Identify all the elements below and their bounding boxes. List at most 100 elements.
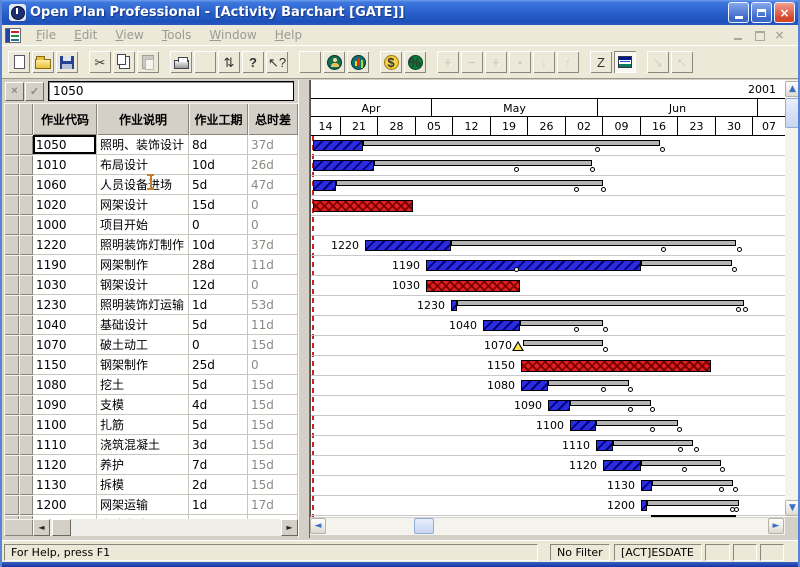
gantt-bar-early[interactable] [426, 260, 641, 271]
cell-desc[interactable]: 钢架设计 [97, 275, 189, 295]
cell-float[interactable]: 26d [248, 155, 298, 175]
cell-float[interactable]: 15d [248, 475, 298, 495]
gantt-bar-late[interactable] [570, 400, 651, 406]
chart-scroll-thumb[interactable] [414, 518, 434, 534]
help-button[interactable]: ? [241, 50, 265, 74]
gantt-bar-early[interactable] [313, 180, 336, 191]
scroll-left-icon[interactable]: ◄ [33, 519, 50, 536]
cell-code[interactable]: 1130 [33, 475, 97, 495]
cell-desc[interactable]: 养护 [97, 455, 189, 475]
scroll-down-icon[interactable]: ▼ [785, 500, 800, 516]
close-button[interactable]: × [774, 2, 795, 23]
gantt-bar-early[interactable] [596, 440, 613, 451]
cell-dur[interactable]: 5d [189, 415, 248, 435]
cell-desc[interactable]: 布局设计 [97, 155, 189, 175]
print-button[interactable] [169, 50, 193, 74]
cell-desc[interactable]: 挖土 [97, 375, 189, 395]
gantt-bar-late[interactable] [374, 160, 592, 166]
cell-code[interactable]: 1200 [33, 495, 97, 515]
scroll-up-icon[interactable]: ▲ [785, 81, 800, 97]
gantt-bar-late[interactable] [596, 420, 678, 426]
resource-button[interactable] [322, 50, 346, 74]
menu-item-edit[interactable]: Edit [65, 26, 106, 44]
row-header-cell[interactable] [19, 175, 33, 195]
row-header-cell[interactable] [19, 195, 33, 215]
gantt-bar-early[interactable] [570, 420, 596, 431]
scroll-right-icon[interactable]: ► [281, 519, 298, 536]
cancel-edit-button[interactable]: × [5, 82, 24, 101]
cell-float[interactable]: 47d [248, 175, 298, 195]
gantt-bar-late[interactable] [641, 460, 721, 466]
cell-desc[interactable]: 浇筑混凝土 [97, 435, 189, 455]
gantt-bar-early[interactable] [641, 500, 647, 511]
gantt-bar-early[interactable] [548, 400, 570, 411]
cell-float[interactable]: 0 [248, 275, 298, 295]
minimize-button[interactable] [728, 2, 749, 23]
sort-button[interactable]: ⇅ [217, 50, 241, 74]
row-header-cell[interactable] [19, 495, 33, 515]
cell-dur[interactable]: 12d [189, 275, 248, 295]
gantt-bar-critical[interactable] [426, 280, 520, 292]
row-header-cell[interactable] [4, 315, 19, 335]
row-header-cell[interactable] [19, 235, 33, 255]
row-header-cell[interactable] [19, 455, 33, 475]
cell-desc[interactable]: 扎筋 [97, 415, 189, 435]
cell-desc[interactable]: 网架运输 [97, 495, 189, 515]
network-view-button[interactable]: Z [589, 50, 613, 74]
cell-code[interactable]: 1070 [33, 335, 97, 355]
cell-desc[interactable]: 基础设计 [97, 315, 189, 335]
child-restore-icon[interactable] [753, 30, 766, 41]
column-header[interactable]: 总时差 [248, 103, 298, 135]
menu-item-help[interactable]: Help [266, 26, 311, 44]
cell-dur[interactable]: 5d [189, 375, 248, 395]
cell-dur[interactable]: 8d [189, 135, 248, 155]
row-header-cell[interactable] [19, 335, 33, 355]
cell-desc[interactable]: 网架制作 [97, 255, 189, 275]
cell-float[interactable]: 0 [248, 355, 298, 375]
row-header-cell[interactable] [4, 255, 19, 275]
row-header-cell[interactable] [19, 255, 33, 275]
child-minimize-icon[interactable] [733, 30, 746, 41]
menu-item-tools[interactable]: Tools [153, 26, 201, 44]
cell-float[interactable]: 15d [248, 415, 298, 435]
new-file-button[interactable] [7, 50, 31, 74]
cell-code[interactable]: 1190 [33, 255, 97, 275]
column-header[interactable]: 作业代码 [33, 103, 97, 135]
cell-desc[interactable]: 网架设计 [97, 195, 189, 215]
menu-item-file[interactable]: File [27, 26, 65, 44]
cell-dur[interactable]: 10d [189, 235, 248, 255]
cell-float[interactable]: 15d [248, 375, 298, 395]
column-header[interactable]: 作业说明 [97, 103, 189, 135]
percent-complete-button[interactable]: % [403, 50, 427, 74]
row-header-cell[interactable] [4, 355, 19, 375]
cell-code[interactable]: 1080 [33, 375, 97, 395]
row-header-cell[interactable] [19, 415, 33, 435]
cell-dur[interactable]: 5d [189, 175, 248, 195]
row-header-cell[interactable] [19, 155, 33, 175]
gantt-bar-early[interactable] [313, 140, 363, 151]
print-preview-button[interactable] [193, 50, 217, 74]
gantt-bar-late[interactable] [457, 300, 744, 306]
gantt-bar-early[interactable] [483, 320, 520, 331]
row-header-cell[interactable] [4, 275, 19, 295]
row-header-cell[interactable] [4, 195, 19, 215]
cell-dur[interactable]: 1d [189, 495, 248, 515]
cell-code[interactable]: 1060 [33, 175, 97, 195]
row-header-cell[interactable] [4, 375, 19, 395]
row-header-cell[interactable] [19, 135, 33, 155]
row-header-cell[interactable] [19, 395, 33, 415]
gantt-bar-late[interactable] [520, 320, 603, 326]
gantt-bar-late[interactable] [647, 500, 739, 506]
row-header-cell[interactable] [4, 435, 19, 455]
cell-dur[interactable]: 0 [189, 215, 248, 235]
cell-dur[interactable]: 1d [189, 295, 248, 315]
row-header-cell[interactable] [4, 175, 19, 195]
gantt-bar-critical[interactable] [313, 200, 413, 212]
cell-dur[interactable]: 0 [189, 335, 248, 355]
accept-edit-button[interactable]: ✓ [25, 82, 44, 101]
row-header-cell[interactable] [4, 135, 19, 155]
gantt-bar-late[interactable] [613, 440, 693, 446]
row-header-cell[interactable] [4, 335, 19, 355]
cell-float[interactable]: 0 [248, 215, 298, 235]
chart-vscroll-thumb[interactable] [785, 98, 800, 128]
